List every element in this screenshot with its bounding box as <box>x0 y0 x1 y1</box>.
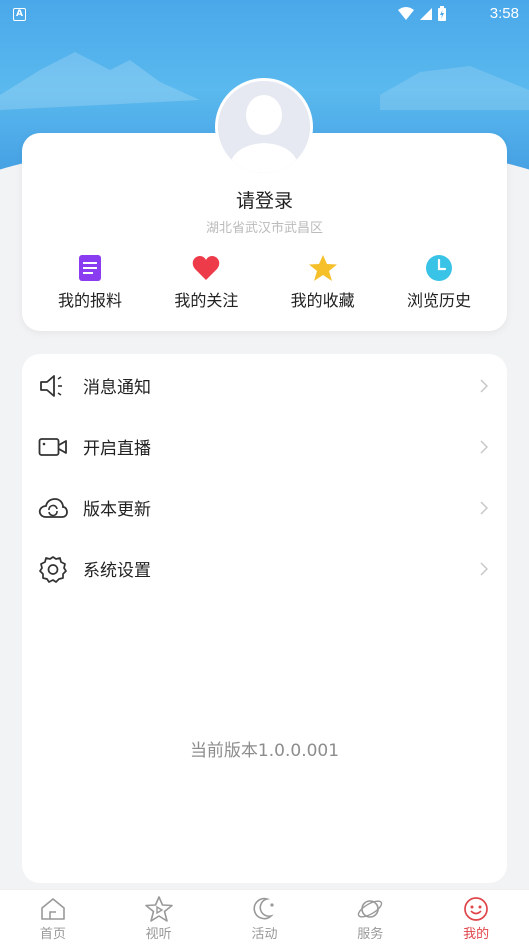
heart-icon <box>191 253 221 283</box>
smile-icon <box>462 895 490 923</box>
menu-card: 消息通知 开启直播 版本更新 系统设置 当前版本1.0.0.001 <box>22 354 507 883</box>
location-text: 湖北省武汉市武昌区 <box>205 221 323 236</box>
chevron-right-icon <box>477 561 491 576</box>
user-placeholder-icon <box>218 81 310 173</box>
tab-audiovisual[interactable]: 视听 <box>119 890 199 945</box>
tab-label: 我的 <box>463 927 490 942</box>
quick-action-my-reports[interactable]: 我的报料 <box>32 253 148 311</box>
version-text: 当前版本1.0.0.001 <box>189 741 340 761</box>
menu-item-start-live[interactable]: 开启直播 <box>22 416 507 477</box>
chevron-right-icon <box>477 378 491 393</box>
quick-action-my-favorites[interactable]: 我的收藏 <box>265 253 381 311</box>
tab-services[interactable]: 服务 <box>330 890 410 945</box>
menu-item-label: 开启直播 <box>83 439 151 459</box>
menu-item-system-settings[interactable]: 系统设置 <box>22 538 507 599</box>
quick-action-label: 我的收藏 <box>290 291 355 310</box>
tab-label: 首页 <box>39 927 66 942</box>
gear-icon <box>38 554 68 584</box>
menu-item-label: 系统设置 <box>83 561 151 581</box>
quick-action-label: 我的报料 <box>57 291 122 310</box>
video-camera-icon <box>38 432 68 462</box>
bottom-tab-bar: 首页 视听 活动 服务 我的 <box>0 889 529 945</box>
moon-icon <box>250 895 278 923</box>
status-bar: A 3:58 <box>0 0 529 30</box>
star-play-icon <box>144 895 173 923</box>
tab-label: 服务 <box>357 927 384 942</box>
tab-label: 视听 <box>145 927 172 942</box>
menu-item-notifications[interactable]: 消息通知 <box>22 355 507 416</box>
document-icon <box>75 253 105 283</box>
chevron-right-icon <box>477 439 491 454</box>
status-time: 3:58 <box>489 5 519 22</box>
login-prompt[interactable]: 请登录 <box>0 186 529 213</box>
quick-action-label: 我的关注 <box>174 291 239 310</box>
cloud-sync-icon <box>38 493 68 523</box>
tab-mine[interactable]: 我的 <box>436 890 516 945</box>
quick-action-my-follows[interactable]: 我的关注 <box>148 253 264 311</box>
speaker-icon <box>38 371 68 401</box>
menu-item-label: 版本更新 <box>83 500 151 520</box>
home-icon <box>39 895 67 923</box>
battery-icon <box>438 6 446 21</box>
menu-item-label: 消息通知 <box>83 378 151 398</box>
planet-icon <box>356 895 384 923</box>
signal-icon <box>420 8 432 20</box>
quick-actions: 我的报料 我的关注 我的收藏 浏览历史 <box>32 253 497 311</box>
notification-a-icon: A <box>13 8 26 21</box>
tab-activities[interactable]: 活动 <box>224 890 304 945</box>
tab-label: 活动 <box>251 927 278 942</box>
menu-item-version-update[interactable]: 版本更新 <box>22 477 507 538</box>
wifi-icon <box>398 7 414 20</box>
chevron-right-icon <box>477 500 491 515</box>
clock-icon <box>424 253 454 283</box>
star-icon <box>308 253 338 283</box>
tab-home[interactable]: 首页 <box>13 890 93 945</box>
quick-action-history[interactable]: 浏览历史 <box>381 253 497 311</box>
quick-action-label: 浏览历史 <box>406 291 471 310</box>
avatar[interactable] <box>215 78 313 176</box>
